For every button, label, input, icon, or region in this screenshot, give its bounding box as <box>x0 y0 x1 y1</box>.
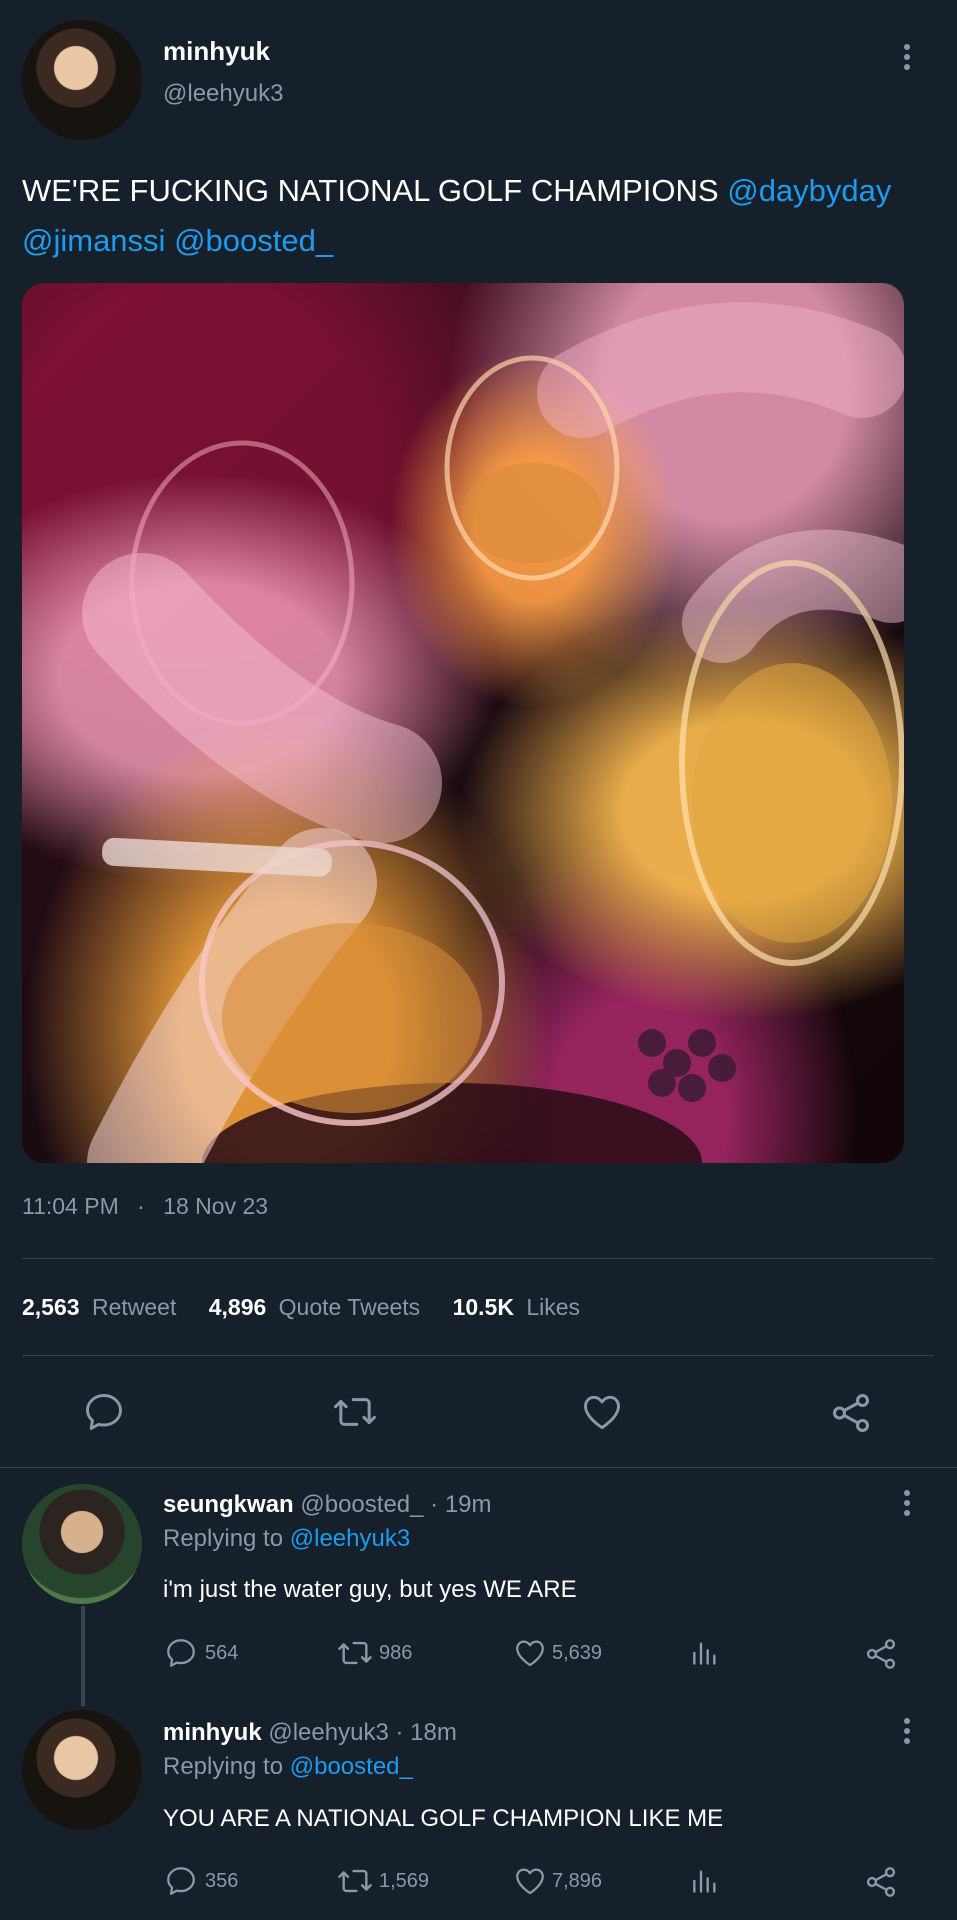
retweet-count: 1,569 <box>379 1869 430 1892</box>
reply-bubble-icon <box>167 1639 195 1667</box>
reply-share-button[interactable] <box>863 1864 899 1905</box>
reply-actions: 564 986 5,639 <box>163 1636 903 1672</box>
heart-icon <box>516 1868 544 1895</box>
quotes-count: 4,896 <box>208 1294 267 1320</box>
likes-stat[interactable]: 10.5K Likes <box>453 1294 580 1320</box>
tweet-stats: 2,563 Retweet 4,896 Quote Tweets 10.5K L… <box>22 1294 580 1321</box>
reply-avatar-seungkwan[interactable] <box>22 1484 142 1604</box>
quotes-stat[interactable]: 4,896 Quote Tweets <box>209 1294 427 1320</box>
reply-text: i'm just the water guy, but yes WE ARE <box>163 1576 577 1603</box>
retweet-icon <box>338 1869 372 1893</box>
reply-author-handle[interactable]: @boosted_ <box>300 1491 423 1518</box>
tweet-date: 18 Nov 23 <box>163 1193 269 1219</box>
reply-bubble-icon <box>86 1394 122 1430</box>
like-button[interactable] <box>579 1390 625 1434</box>
heart-icon <box>584 1395 620 1430</box>
retweets-count: 2,563 <box>22 1294 80 1320</box>
reply-like-button[interactable]: 7,896 <box>512 1864 602 1898</box>
reply-button[interactable] <box>82 1390 126 1434</box>
share-icon <box>866 1867 896 1897</box>
author-handle[interactable]: @leehyuk3 <box>163 80 283 108</box>
tweet-time: 11:04 PM <box>22 1193 119 1219</box>
reply-author-name[interactable]: minhyuk <box>163 1719 262 1746</box>
timestamp-separator: · <box>137 1193 145 1219</box>
reply-header: minhyuk @leehyuk3 · 18m <box>163 1719 457 1747</box>
likes-label: Likes <box>526 1294 581 1320</box>
thread-line <box>81 1606 85 1706</box>
reply-retweet-button[interactable]: 986 <box>335 1636 412 1670</box>
mention-boosted[interactable]: @boosted_ <box>174 223 333 258</box>
photo-glasses-illustration <box>82 302 904 1163</box>
replying-to: Replying to @leehyuk3 <box>163 1525 410 1553</box>
reply-time[interactable]: · 19m <box>430 1491 491 1518</box>
reply-share-button[interactable] <box>863 1636 899 1677</box>
tweet-timestamp[interactable]: 11:04 PM · 18 Nov 23 <box>22 1193 268 1220</box>
retweet-button[interactable] <box>332 1390 378 1434</box>
divider-bottom <box>0 1467 957 1468</box>
reply-author-handle[interactable]: @leehyuk3 <box>268 1719 388 1746</box>
reply-retweet-button[interactable]: 1,569 <box>335 1864 429 1898</box>
replying-to-handle[interactable]: @boosted_ <box>290 1753 413 1780</box>
like-count: 5,639 <box>552 1641 603 1664</box>
mention-daybyday[interactable]: @daybyday <box>727 173 891 208</box>
tweet-text-main: WE'RE FUCKING NATIONAL GOLF CHAMPIONS <box>22 173 719 208</box>
reply-actions: 356 1,569 7,896 <box>163 1864 903 1900</box>
reply-reply-button[interactable]: 356 <box>163 1864 238 1898</box>
reply-header: seungkwan @boosted_ · 19m <box>163 1491 492 1519</box>
analytics-icon <box>693 1642 716 1665</box>
divider-middle <box>22 1355 934 1356</box>
likes-count: 10.5K <box>452 1294 514 1320</box>
analytics-icon <box>693 1870 716 1893</box>
replying-to-handle[interactable]: @leehyuk3 <box>290 1525 410 1552</box>
share-icon <box>866 1639 896 1669</box>
replying-to-label: Replying to <box>163 1753 284 1780</box>
reply-more-options-icon[interactable] <box>904 1718 910 1744</box>
author-avatar[interactable] <box>22 20 142 140</box>
share-icon <box>832 1394 870 1432</box>
reply-reply-button[interactable]: 564 <box>163 1636 238 1670</box>
author-name[interactable]: minhyuk <box>163 36 270 67</box>
heart-icon <box>516 1640 544 1667</box>
more-options-icon[interactable] <box>904 44 910 70</box>
retweet-icon <box>334 1398 376 1426</box>
replying-to: Replying to @boosted_ <box>163 1753 413 1781</box>
reply-count: 564 <box>205 1641 239 1664</box>
reply-author-name[interactable]: seungkwan <box>163 1491 294 1518</box>
tweet-photo[interactable] <box>22 283 904 1163</box>
reply-analytics-button[interactable] <box>689 1864 721 1903</box>
share-button[interactable] <box>828 1390 874 1436</box>
reply-time[interactable]: · 18m <box>395 1719 456 1746</box>
mention-jimanssi[interactable]: @jimanssi <box>22 223 165 258</box>
retweets-label: Retweet <box>91 1294 177 1320</box>
reply-avatar-minhyuk[interactable] <box>22 1710 142 1830</box>
like-count: 7,896 <box>552 1869 603 1892</box>
reply-analytics-button[interactable] <box>689 1636 721 1675</box>
reply-bubble-icon <box>167 1867 195 1895</box>
retweets-stat[interactable]: 2,563 Retweet <box>22 1294 183 1320</box>
replying-to-label: Replying to <box>163 1525 284 1552</box>
retweet-icon <box>338 1641 372 1665</box>
reply-more-options-icon[interactable] <box>904 1490 910 1516</box>
reply-text: YOU ARE A NATIONAL GOLF CHAMPION LIKE ME <box>163 1805 724 1832</box>
divider-top <box>22 1258 934 1259</box>
tweet-text: WE'RE FUCKING NATIONAL GOLF CHAMPIONS @d… <box>22 166 922 266</box>
retweet-count: 986 <box>379 1641 413 1664</box>
reply-like-button[interactable]: 5,639 <box>512 1636 602 1670</box>
reply-count: 356 <box>205 1869 239 1892</box>
quotes-label: Quote Tweets <box>278 1294 421 1320</box>
